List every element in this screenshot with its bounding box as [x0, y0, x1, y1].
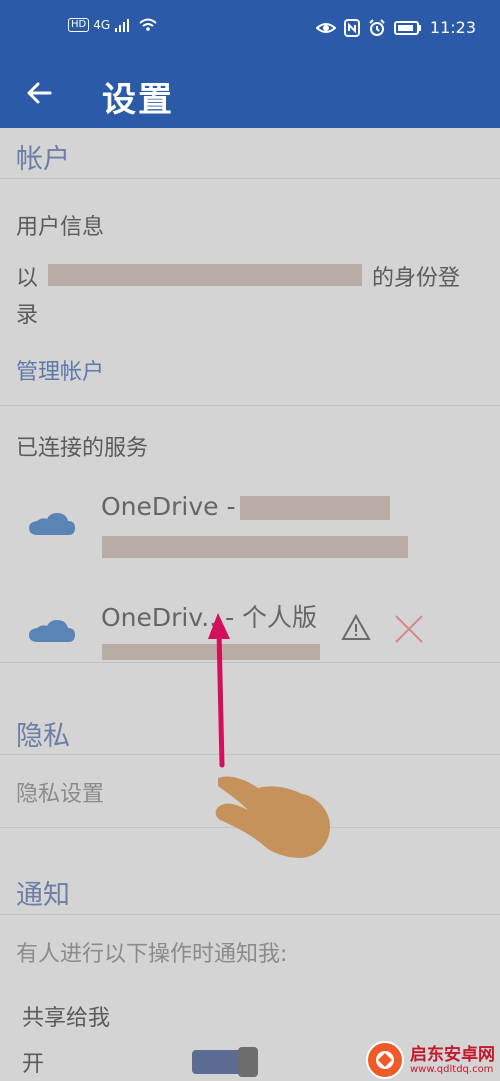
services-divider — [0, 662, 500, 663]
swipe-up-arrow-icon — [208, 613, 230, 768]
redacted-service-account-1 — [240, 496, 390, 520]
alarm-icon — [369, 18, 385, 36]
status-bar: HD 4G 11:23 — [0, 0, 500, 62]
privacy-section-header: 隐私 — [16, 721, 70, 752]
redacted-service-account-2 — [102, 536, 408, 558]
remove-service-icon[interactable] — [392, 612, 426, 646]
account-section-header: 帐户 — [16, 144, 70, 175]
signal-icon — [115, 19, 130, 32]
onedrive-cloud-icon — [29, 513, 75, 535]
notifications-divider — [0, 914, 500, 915]
onedrive-service-title[interactable]: OneDrive - — [101, 492, 236, 521]
signin-wrap: 录 — [16, 303, 39, 328]
shared-with-me-label: 共享给我 — [22, 1006, 111, 1031]
watermark-title: 启东安卓网 — [410, 1044, 495, 1065]
swipe-hand-icon — [215, 776, 330, 858]
hd-badge: HD — [68, 18, 90, 32]
page-title: 设置 — [102, 80, 174, 120]
account-services-divider — [0, 405, 500, 406]
watermark-mark-icon — [376, 1051, 394, 1069]
warning-icon — [341, 613, 371, 640]
status-left: HD 4G — [68, 18, 158, 32]
manage-account-link[interactable]: 管理帐户 — [16, 354, 104, 386]
nfc-icon — [343, 18, 360, 37]
network-type: 4G — [93, 18, 111, 32]
privacy-settings-item[interactable]: 隐私设置 — [16, 776, 104, 808]
status-right: 11:23 — [315, 18, 476, 37]
watermark-logo: 启东安卓网 www.qdltdq.com — [366, 1040, 498, 1080]
redacted-email-1 — [48, 264, 362, 286]
shared-with-me-toggle[interactable] — [192, 1047, 258, 1077]
clock-time: 11:23 — [429, 18, 476, 37]
eye-icon — [315, 22, 336, 33]
signin-suffix: 的身份登 — [372, 266, 461, 291]
account-divider — [0, 178, 500, 179]
app-bar: 设置 — [0, 62, 500, 128]
notifications-section-header: 通知 — [16, 880, 70, 911]
toggle-on-label: 开 — [22, 1052, 45, 1077]
watermark-url: www.qdltdq.com — [410, 1063, 494, 1075]
onedrive-personal-cloud-icon — [29, 620, 75, 642]
user-info-label: 用户信息 — [16, 215, 105, 240]
watermark-logo-icon — [366, 1041, 404, 1079]
signin-prefix: 以 — [16, 266, 39, 291]
wifi-icon — [139, 18, 157, 31]
back-arrow-icon[interactable] — [22, 76, 56, 110]
toggle-knob[interactable] — [238, 1047, 258, 1077]
connected-services-label: 已连接的服务 — [16, 436, 149, 461]
privacy-divider — [0, 754, 500, 755]
battery-icon — [393, 20, 421, 35]
notify-me-label: 有人进行以下操作时通知我: — [16, 942, 288, 967]
